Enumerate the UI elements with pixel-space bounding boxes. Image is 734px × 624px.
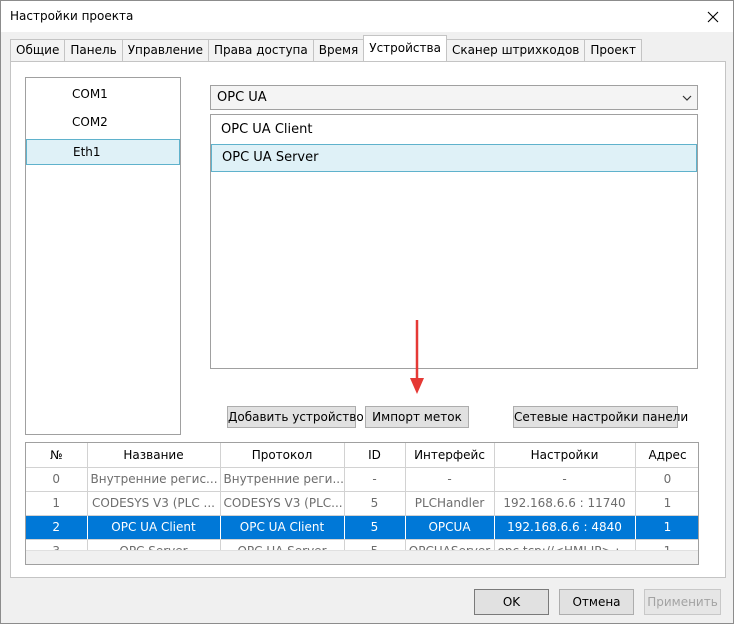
tab-project[interactable]: Проект [584,39,642,61]
cell-interface: PLCHandler [405,491,495,516]
window-title: Настройки проекта [10,9,134,23]
import-tags-button[interactable]: Импорт меток [365,406,469,428]
driver-list: OPC UA Client OPC UA Server [210,114,698,369]
table-row[interactable]: 1 CODESYS V3 (PLC ... CODESYS V3 (PLC...… [26,491,698,516]
tab-barcode-scanner[interactable]: Сканер штрихкодов [445,39,586,61]
port-item-eth1[interactable]: Eth1 [26,139,180,165]
cell-protocol: Внутренние реги... [220,467,345,492]
devices-table: № Название Протокол ID Интерфейс Настрой… [25,442,699,565]
tab-time[interactable]: Время [312,39,365,61]
cell-id: - [344,467,406,492]
add-device-button[interactable]: Добавить устройство [227,406,364,428]
cell-address: 1 [635,515,698,540]
cell-number: 1 [26,491,88,516]
driver-item-opc-ua-server[interactable]: OPC UA Server [211,144,697,172]
cell-settings: 192.168.6.6 : 11740 [494,491,636,516]
cell-address: 0 [635,467,698,492]
port-item-com2[interactable]: COM2 [26,110,180,136]
table-row-selected[interactable]: 2 OPC UA Client OPC UA Client 5 OPCUA 19… [26,515,698,540]
project-settings-dialog: Настройки проекта Общие Панель Управлени… [0,0,734,624]
port-list: COM1 COM2 Eth1 [25,77,181,435]
table-row[interactable]: 0 Внутренние регис... Внутренние реги...… [26,467,698,492]
column-header-name[interactable]: Название [87,443,221,468]
column-header-number[interactable]: № [26,443,88,468]
cell-id: 5 [344,515,406,540]
network-settings-button[interactable]: Сетевые настройки панели [513,406,688,428]
cell-settings: - [494,467,636,492]
tab-panel[interactable]: Панель [64,39,123,61]
column-header-id[interactable]: ID [344,443,406,468]
cancel-button[interactable]: Отмена [559,589,634,615]
cell-id: 5 [344,491,406,516]
column-header-interface[interactable]: Интерфейс [405,443,495,468]
table-header-row: № Название Протокол ID Интерфейс Настрой… [26,443,698,468]
cell-number: 2 [26,515,88,540]
devices-tab-panel: COM1 COM2 Eth1 OPC UA OPC UA Client OPC … [10,61,726,578]
cell-name: OPC UA Client [87,515,221,540]
port-item-com1[interactable]: COM1 [26,82,180,108]
cell-interface: OPCUA [405,515,495,540]
cell-protocol: CODESYS V3 (PLC... [220,491,345,516]
close-button[interactable] [693,1,733,32]
settings-tabs: Общие Панель Управление Права доступа Вр… [10,35,642,61]
annotation-arrow-icon [410,320,424,394]
cell-protocol: OPC UA Client [220,515,345,540]
cell-name: CODESYS V3 (PLC ... [87,491,221,516]
tab-access-rights[interactable]: Права доступа [207,39,314,61]
tab-general[interactable]: Общие [10,39,66,61]
column-header-address[interactable]: Адрес [635,443,698,468]
device-action-bar: Добавить устройство Импорт меток Сетевые… [210,398,698,436]
cell-settings: 192.168.6.6 : 4840 [494,515,636,540]
apply-button[interactable]: Применить [644,589,721,615]
column-header-protocol[interactable]: Протокол [220,443,345,468]
cell-interface: - [405,467,495,492]
column-header-settings[interactable]: Настройки [494,443,636,468]
protocol-select[interactable]: OPC UA [210,85,698,110]
tab-control[interactable]: Управление [121,39,209,61]
cell-number: 0 [26,467,88,492]
close-icon [707,11,719,22]
cell-address: 1 [635,491,698,516]
title-bar: Настройки проекта [1,1,733,32]
chevron-down-icon [682,95,692,101]
protocol-select-value: OPC UA [217,90,267,105]
tab-devices[interactable]: Устройства [363,35,447,61]
ok-button[interactable]: OK [474,589,549,615]
driver-item-opc-ua-client[interactable]: OPC UA Client [211,117,697,145]
cell-name: Внутренние регис... [87,467,221,492]
horizontal-scrollbar[interactable] [26,550,698,564]
